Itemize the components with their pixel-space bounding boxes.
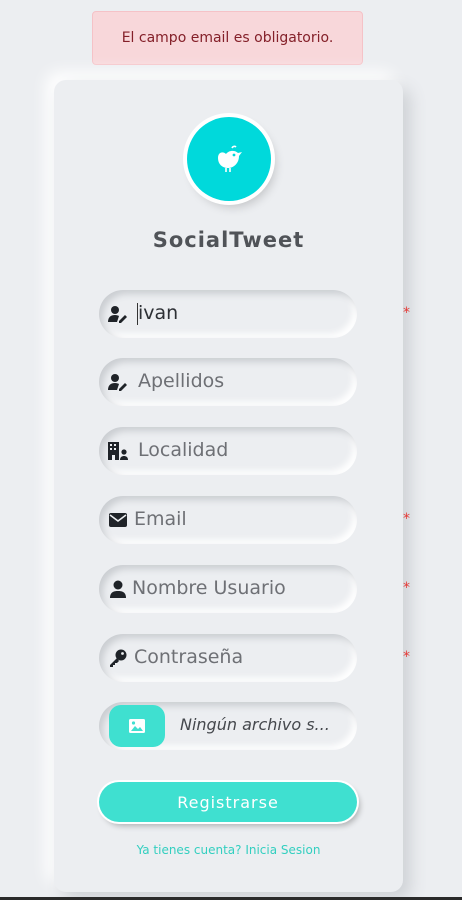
brand-logo (187, 117, 271, 201)
required-marker: * (403, 580, 410, 596)
nombre-input[interactable]: ivan (138, 302, 178, 324)
image-icon (129, 719, 145, 733)
error-alert: El campo email es obligatorio. (92, 11, 363, 65)
apellidos-field[interactable]: Apellidos (99, 358, 357, 406)
nombre-field[interactable]: ivan (99, 290, 357, 338)
email-input[interactable]: Email (134, 508, 187, 530)
file-status: Ningún archivo s... (180, 715, 330, 734)
key-icon (108, 648, 128, 668)
user-icon (108, 579, 128, 599)
login-link[interactable]: Ya tienes cuenta? Inicia Sesion (54, 843, 403, 857)
bird-icon (218, 145, 242, 172)
required-marker: * (403, 649, 410, 665)
usuario-field[interactable]: Nombre Usuario (99, 565, 357, 613)
password-field[interactable]: Contraseña (99, 634, 357, 682)
localidad-field[interactable]: Localidad (99, 427, 357, 475)
user-edit-icon (108, 304, 128, 324)
user-edit-icon (108, 372, 128, 392)
building-user-icon (108, 441, 128, 461)
email-field[interactable]: Email (99, 496, 357, 544)
localidad-input[interactable]: Localidad (138, 439, 228, 461)
password-input[interactable]: Contraseña (134, 646, 243, 668)
envelope-icon (108, 510, 128, 530)
usuario-input[interactable]: Nombre Usuario (132, 577, 286, 599)
error-alert-message: El campo email es obligatorio. (121, 30, 334, 46)
required-marker: * (403, 305, 410, 321)
avatar-file-field[interactable]: Ningún archivo s... (99, 702, 357, 750)
choose-file-button[interactable] (109, 705, 165, 747)
register-button[interactable]: Registrarse (99, 782, 357, 822)
required-marker: * (403, 511, 410, 527)
apellidos-input[interactable]: Apellidos (138, 370, 224, 392)
register-card: SocialTweet ivan * Apellidos Localidad E… (54, 80, 410, 892)
brand-name: SocialTweet (152, 228, 305, 252)
